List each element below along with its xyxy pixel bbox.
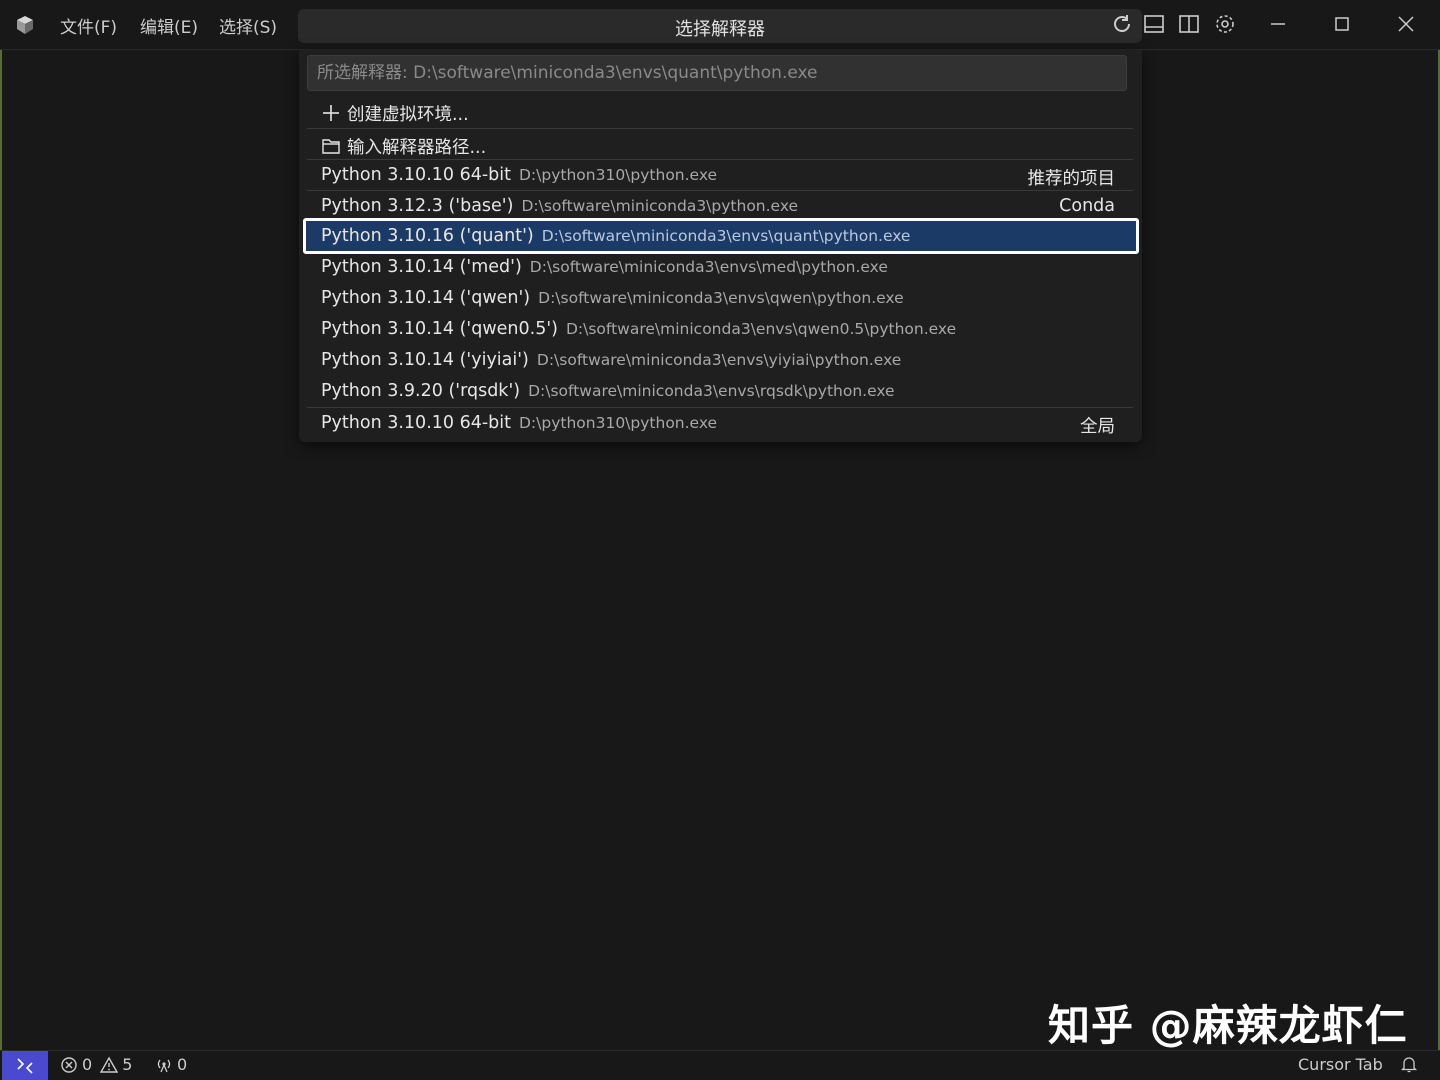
interpreter-name: Python 3.10.10 64-bit xyxy=(321,165,511,185)
plus-icon xyxy=(321,103,341,123)
interpreter-item[interactable]: Python 3.10.10 64-bit D:\python310\python… xyxy=(307,159,1133,190)
interpreter-path: D:\software\miniconda3\envs\med\python.e… xyxy=(529,258,888,276)
interpreter-name: Python 3.10.14 ('qwen') xyxy=(321,288,531,308)
action-create-venv[interactable]: 创建虚拟环境... xyxy=(307,96,1133,127)
interpreter-name: Python 3.10.10 64-bit xyxy=(321,413,511,433)
interpreter-item[interactable]: Python 3.12.3 ('base') D:\software\minico… xyxy=(307,190,1133,221)
warning-count: 5 xyxy=(122,1055,133,1074)
settings-gear-icon[interactable] xyxy=(1213,12,1237,36)
action-label: 输入解释器路径... xyxy=(347,138,487,158)
toggle-sidebar-icon[interactable] xyxy=(1177,12,1201,36)
close-icon[interactable] xyxy=(1394,12,1418,36)
interpreter-path: D:\software\miniconda3\envs\yiyiai\pytho… xyxy=(536,351,902,369)
interpreter-item-selected[interactable]: Python 3.10.16 ('quant') D:\software\mini… xyxy=(303,218,1139,254)
interpreter-tag: 推荐的项目 xyxy=(1027,169,1116,189)
interpreter-item[interactable]: Python 3.10.14 ('yiyiai') D:\software\min… xyxy=(307,345,1133,376)
interpreter-name: Python 3.10.16 ('quant') xyxy=(321,226,534,246)
interpreter-item[interactable]: Python 3.9.20 ('rqsdk') D:\software\minic… xyxy=(307,376,1133,407)
remote-indicator-button[interactable] xyxy=(2,1051,48,1080)
toggle-panel-icon[interactable] xyxy=(1142,12,1166,36)
interpreter-path: D:\software\miniconda3\envs\qwen\python.… xyxy=(538,289,904,307)
interpreter-tag: 全局 xyxy=(1080,417,1115,437)
interpreter-path: D:\python310\python.exe xyxy=(519,414,718,432)
interpreter-path: D:\software\miniconda3\envs\quant\python… xyxy=(541,227,911,245)
refresh-icon[interactable] xyxy=(1110,12,1134,36)
notifications-bell-icon[interactable] xyxy=(1400,1055,1418,1073)
interpreter-path: D:\software\miniconda3\python.exe xyxy=(521,197,799,215)
interpreter-name: Python 3.10.14 ('qwen0.5') xyxy=(321,319,558,339)
status-bar: 0 5 0 Cursor Tab xyxy=(0,1050,1440,1080)
interpreter-path: D:\python310\python.exe xyxy=(519,166,718,184)
maximize-icon[interactable] xyxy=(1330,12,1354,36)
ports-indicator[interactable]: 0 xyxy=(155,1055,187,1074)
interpreter-item[interactable]: Python 3.10.14 ('med') D:\software\minico… xyxy=(307,252,1133,283)
interpreter-name: Python 3.9.20 ('rqsdk') xyxy=(321,381,521,401)
title-bar: 文件(F) 编辑(E) 选择(S) 选择解释器 xyxy=(0,0,1440,50)
folder-icon xyxy=(321,136,341,156)
error-count: 0 xyxy=(82,1055,93,1074)
broadcast-icon xyxy=(157,1059,171,1072)
interpreter-path: D:\software\miniconda3\envs\rqsdk\python… xyxy=(528,382,895,400)
cursor-tab-status[interactable]: Cursor Tab xyxy=(1298,1055,1383,1074)
ports-count: 0 xyxy=(177,1055,188,1074)
minimize-icon[interactable] xyxy=(1266,12,1290,36)
remote-icon xyxy=(17,1058,33,1074)
cursor-tab-label: Cursor Tab xyxy=(1298,1055,1383,1074)
interpreter-name: Python 3.10.14 ('med') xyxy=(321,257,522,277)
zhihu-watermark: 知乎 @麻辣龙虾仁 xyxy=(1048,1001,1408,1050)
interpreter-name: Python 3.12.3 ('base') xyxy=(321,196,514,216)
error-icon xyxy=(61,1056,77,1073)
action-label: 创建虚拟环境... xyxy=(347,105,469,125)
interpreter-path: D:\software\miniconda3\envs\qwen0.5\pyth… xyxy=(565,320,957,338)
interpreter-item-global[interactable]: Python 3.10.10 64-bit D:\python310\python… xyxy=(307,407,1133,438)
interpreter-name: Python 3.10.14 ('yiyiai') xyxy=(321,350,529,370)
action-enter-path[interactable]: 输入解释器路径... xyxy=(307,128,1133,159)
quickpick-input[interactable]: 所选解释器: D:\software\miniconda3\envs\quant… xyxy=(307,55,1127,91)
interpreter-item[interactable]: Python 3.10.14 ('qwen') D:\software\minic… xyxy=(307,283,1133,314)
interpreter-tag: Conda xyxy=(1059,196,1115,216)
warning-icon xyxy=(100,1056,119,1073)
problems-indicator[interactable]: 0 5 xyxy=(60,1055,132,1074)
interpreter-quickpick: 所选解释器: D:\software\miniconda3\envs\quant… xyxy=(299,50,1142,442)
interpreter-item[interactable]: Python 3.10.14 ('qwen0.5') D:\software\mi… xyxy=(307,314,1133,345)
